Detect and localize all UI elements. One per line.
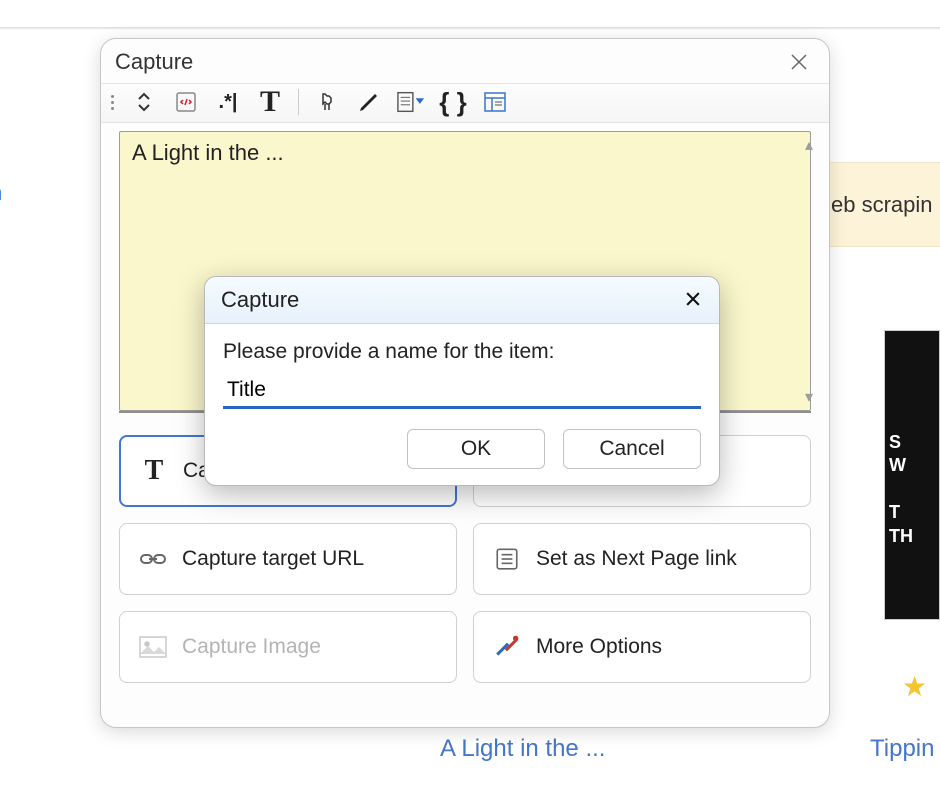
preview-text: A Light in the ... <box>132 140 284 165</box>
set-next-page-button[interactable]: Set as Next Page link <box>473 523 811 595</box>
tools-icon <box>492 632 522 662</box>
braces-icon[interactable]: { } <box>439 88 467 116</box>
list-dropdown-icon[interactable] <box>397 88 425 116</box>
cancel-button[interactable]: Cancel <box>563 429 701 469</box>
bg-banner: eb scrapin <box>820 162 940 247</box>
more-options-button[interactable]: More Options <box>473 611 811 683</box>
action-label: Capture Image <box>182 635 321 659</box>
dialog-title: Capture <box>221 287 299 313</box>
bg-text-fragment: n <box>0 180 2 206</box>
text-icon: T <box>139 456 169 486</box>
pointer-icon[interactable] <box>313 88 341 116</box>
capture-titlebar: Capture <box>101 39 829 83</box>
text-icon[interactable]: T <box>256 88 284 116</box>
action-label: Set as Next Page link <box>536 547 737 571</box>
dialog-body: Please provide a name for the item: <box>205 324 719 415</box>
bg-book-cover: S W T TH <box>884 330 940 620</box>
dialog-prompt: Please provide a name for the item: <box>223 340 701 364</box>
capture-url-button[interactable]: Capture target URL <box>119 523 457 595</box>
layout-icon[interactable] <box>481 88 509 116</box>
toolbar-grip <box>111 95 116 110</box>
action-label: Capture target URL <box>182 547 364 571</box>
page-list-icon <box>492 544 522 574</box>
pencil-icon[interactable] <box>355 88 383 116</box>
page-divider <box>0 27 940 30</box>
capture-image-button: Capture Image <box>119 611 457 683</box>
star-icon: ★ <box>902 670 927 703</box>
item-name-input[interactable] <box>223 374 701 409</box>
scroll-down-icon[interactable]: ▾ <box>805 387 813 407</box>
regex-icon[interactable]: .*| <box>214 88 242 116</box>
close-icon[interactable] <box>683 287 703 313</box>
dialog-footer: OK Cancel <box>205 415 719 485</box>
expand-icon[interactable] <box>130 88 158 116</box>
link-icon <box>138 544 168 574</box>
html-source-icon[interactable] <box>172 88 200 116</box>
toolbar-separator <box>298 89 299 115</box>
ok-button[interactable]: OK <box>407 429 545 469</box>
name-item-dialog: Capture Please provide a name for the it… <box>204 276 720 486</box>
image-icon <box>138 632 168 662</box>
bg-product-link[interactable]: A Light in the ... <box>440 735 605 763</box>
bg-product-link[interactable]: Tippin <box>870 735 934 763</box>
capture-window-title: Capture <box>115 49 193 75</box>
action-label: More Options <box>536 635 662 659</box>
capture-toolbar: .*| T { } <box>101 83 829 123</box>
dialog-titlebar: Capture <box>205 277 719 324</box>
scroll-up-icon[interactable]: ▴ <box>805 135 813 155</box>
close-icon[interactable] <box>787 50 811 74</box>
bg-banner-text: eb scrapin <box>831 192 933 218</box>
